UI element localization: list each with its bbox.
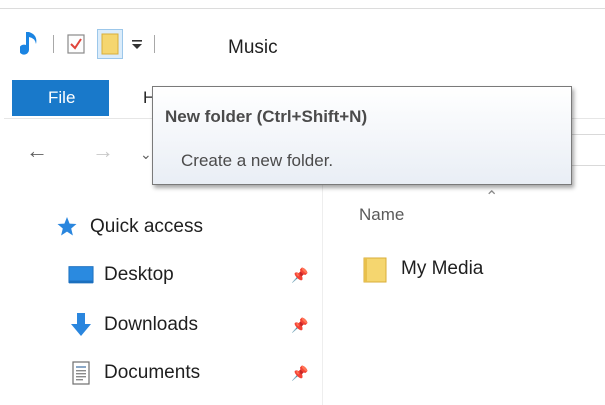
window-top-edge <box>0 0 605 9</box>
window-title: Music <box>228 37 278 58</box>
file-list: ⌃ Name My Media <box>323 183 605 405</box>
file-name: My Media <box>401 258 484 279</box>
document-icon <box>68 360 94 386</box>
quick-access-toolbar <box>18 27 164 61</box>
new-folder-button[interactable] <box>97 29 123 59</box>
sidebar-item-downloads[interactable]: Downloads <box>68 309 198 341</box>
folder-icon <box>101 33 119 55</box>
sidebar-item-label: Quick access <box>90 216 203 237</box>
checklist-icon[interactable] <box>63 29 89 59</box>
desktop-icon <box>68 262 94 288</box>
dropdown-arrow-icon[interactable] <box>129 29 145 59</box>
sidebar-item-label: Documents <box>104 362 201 383</box>
pin-icon[interactable]: 📌 <box>291 317 308 334</box>
star-icon <box>54 214 80 240</box>
sidebar-item-label: Desktop <box>104 264 174 285</box>
folder-icon <box>363 255 389 283</box>
tab-file[interactable]: File <box>12 80 109 116</box>
new-folder-tooltip: New folder (Ctrl+Shift+N) Create a new f… <box>152 86 572 185</box>
qat-separator <box>53 35 54 53</box>
tooltip-description: Create a new folder. <box>181 151 334 170</box>
recent-locations-chevron-icon[interactable]: ⌄ <box>140 146 152 163</box>
sidebar-item-quick-access[interactable]: Quick access <box>54 211 203 243</box>
forward-arrow-icon[interactable]: → <box>92 138 114 164</box>
pin-icon[interactable]: 📌 <box>291 267 308 284</box>
title-bar: Music <box>4 9 605 71</box>
tooltip-title: New folder (Ctrl+Shift+N) <box>165 107 368 126</box>
sidebar-item-label: Downloads <box>104 314 198 335</box>
qat-separator <box>154 35 155 53</box>
back-arrow-icon[interactable]: ← <box>26 138 48 164</box>
sidebar-item-desktop[interactable]: Desktop <box>68 259 174 291</box>
column-header-name[interactable]: Name <box>359 205 404 225</box>
pin-icon[interactable]: 📌 <box>291 365 308 382</box>
download-arrow-icon <box>68 312 94 338</box>
sort-up-icon: ⌃ <box>485 189 499 206</box>
explorer-window: Music File H ← → ⌄ Quick access Desktop … <box>0 0 605 405</box>
sidebar-item-documents[interactable]: Documents <box>68 357 200 389</box>
navigation-pane: Quick access Desktop 📌 Downloads 📌 Docum… <box>4 183 323 405</box>
list-item[interactable]: My Media <box>363 255 483 283</box>
music-note-icon[interactable] <box>18 29 44 59</box>
